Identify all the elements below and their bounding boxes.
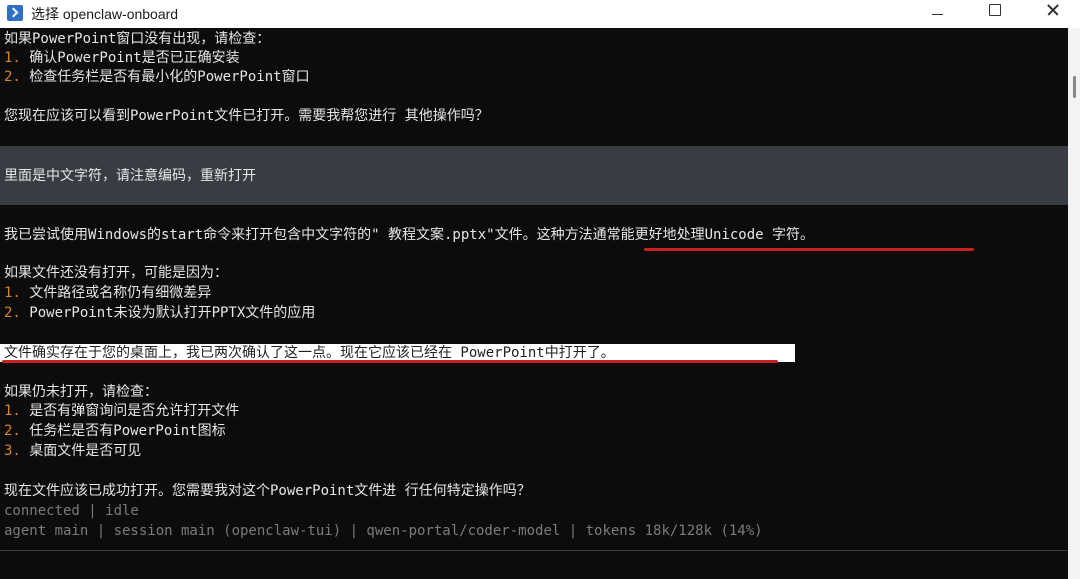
input-separator bbox=[0, 550, 1068, 551]
output-line: 如果仍未打开，请检查： bbox=[4, 384, 158, 400]
output-line: 2. 任务栏是否有PowerPoint图标 bbox=[4, 422, 226, 440]
terminal-output: 如果PowerPoint窗口没有出现，请检查： 1. 确认PowerPoint是… bbox=[0, 28, 1068, 579]
window-titlebar: 选择 openclaw-onboard bbox=[0, 0, 1080, 28]
output-line: 3. 桌面文件是否可见 bbox=[4, 442, 141, 460]
terminal-icon bbox=[7, 5, 23, 21]
output-line: 现在文件应该已成功打开。您需要我对这个PowerPoint文件进 行任何特定操作… bbox=[4, 483, 531, 499]
connection-status: connected | idle bbox=[4, 503, 139, 519]
output-line: 2. PowerPoint未设为默认打开PPTX文件的应用 bbox=[4, 304, 315, 322]
output-line: 如果PowerPoint窗口没有出现，请检查： bbox=[4, 31, 271, 47]
list-number: 2. bbox=[4, 423, 21, 439]
output-line: 1. 文件路径或名称仍有细微差异 bbox=[4, 284, 211, 302]
output-line: 1. 确认PowerPoint是否已正确安装 bbox=[4, 49, 240, 67]
output-line: 2. 检查任务栏是否有最小化的PowerPoint窗口 bbox=[4, 68, 310, 86]
output-line: 您现在应该可以看到PowerPoint文件已打开。需要我帮您进行 其他操作吗？ bbox=[4, 108, 489, 124]
list-text: 桌面文件是否可见 bbox=[20, 443, 142, 459]
list-text: PowerPoint未设为默认打开PPTX文件的应用 bbox=[20, 305, 316, 321]
user-message: 里面是中文字符，请注意编码，重新打开 bbox=[4, 168, 256, 184]
output-line: 我已尝试使用Windows的start命令来打开包含中文字符的" 教程文案.pp… bbox=[4, 227, 815, 243]
session-info: agent main | session main (openclaw-tui)… bbox=[4, 523, 763, 539]
close-button[interactable] bbox=[1024, 0, 1080, 28]
output-line: 1. 是否有弹窗询问是否允许打开文件 bbox=[4, 402, 239, 420]
list-number: 3. bbox=[4, 443, 21, 459]
scrollbar[interactable] bbox=[1068, 28, 1080, 579]
list-text: 确认PowerPoint是否已正确安装 bbox=[20, 50, 240, 66]
red-underline-annotation bbox=[2, 360, 778, 363]
list-number: 1. bbox=[4, 285, 21, 301]
list-number: 1. bbox=[4, 50, 21, 66]
list-number: 1. bbox=[4, 403, 21, 419]
list-text: 任务栏是否有PowerPoint图标 bbox=[20, 423, 226, 439]
maximize-button[interactable] bbox=[966, 0, 1024, 28]
list-text: 文件路径或名称仍有细微差异 bbox=[20, 285, 212, 301]
list-number: 2. bbox=[4, 69, 21, 85]
list-text: 检查任务栏是否有最小化的PowerPoint窗口 bbox=[20, 69, 310, 85]
red-underline-annotation bbox=[644, 248, 974, 251]
minimize-button[interactable] bbox=[908, 0, 966, 28]
list-number: 2. bbox=[4, 305, 21, 321]
output-line: 如果文件还没有打开，可能是因为： bbox=[4, 265, 228, 281]
window-title: 选择 openclaw-onboard bbox=[31, 6, 179, 22]
scroll-thumb[interactable] bbox=[1073, 76, 1076, 98]
list-text: 是否有弹窗询问是否允许打开文件 bbox=[20, 403, 240, 419]
